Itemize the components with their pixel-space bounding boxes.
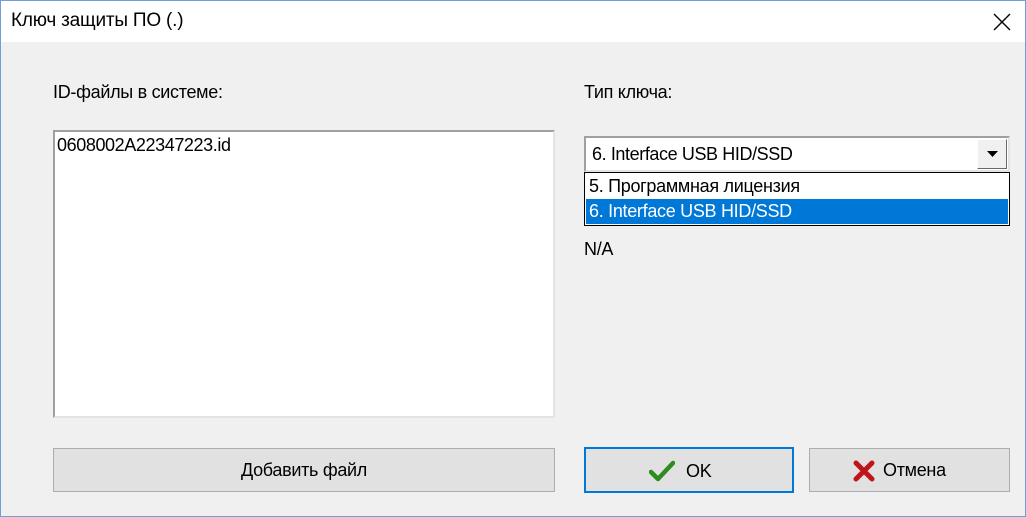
id-files-list[interactable]: 0608002A22347223.id: [53, 130, 555, 418]
key-type-select[interactable]: 6. Interface USB HID/SSD: [584, 136, 1010, 172]
window-title: Ключ защиты ПО (.): [11, 10, 184, 31]
key-type-option-software-license[interactable]: 5. Программная лицензия: [586, 174, 1008, 199]
id-files-label: ID-файлы в системе:: [53, 82, 223, 102]
close-button[interactable]: [979, 1, 1025, 42]
cross-icon: [853, 460, 875, 482]
close-icon: [993, 13, 1011, 31]
checkmark-icon: [649, 460, 675, 482]
key-type-label: Тип ключа:: [584, 82, 673, 102]
ok-button-label: OK: [686, 461, 712, 481]
ok-button[interactable]: OK: [584, 447, 794, 493]
cancel-button[interactable]: Отмена: [809, 448, 1010, 492]
chevron-down-icon: [987, 151, 998, 157]
key-type-selected-value: 6. Interface USB HID/SSD: [592, 144, 793, 164]
key-type-dropdown-list[interactable]: 5. Программная лицензия 6. Interface USB…: [584, 172, 1010, 226]
title-bar[interactable]: Ключ защиты ПО (.): [1, 1, 1025, 42]
list-item[interactable]: 0608002A22347223.id: [57, 135, 231, 156]
add-file-button-label: Добавить файл: [240, 460, 368, 480]
dropdown-arrow-button[interactable]: [977, 139, 1007, 169]
dialog-window: Ключ защиты ПО (.) ID-файлы в системе: Т…: [0, 0, 1026, 517]
key-type-option-usb-hid[interactable]: 6. Interface USB HID/SSD: [586, 199, 1008, 224]
key-status-text: N/A: [584, 239, 614, 259]
cancel-button-label: Отмена: [883, 460, 946, 480]
add-file-button[interactable]: Добавить файл: [53, 448, 555, 492]
